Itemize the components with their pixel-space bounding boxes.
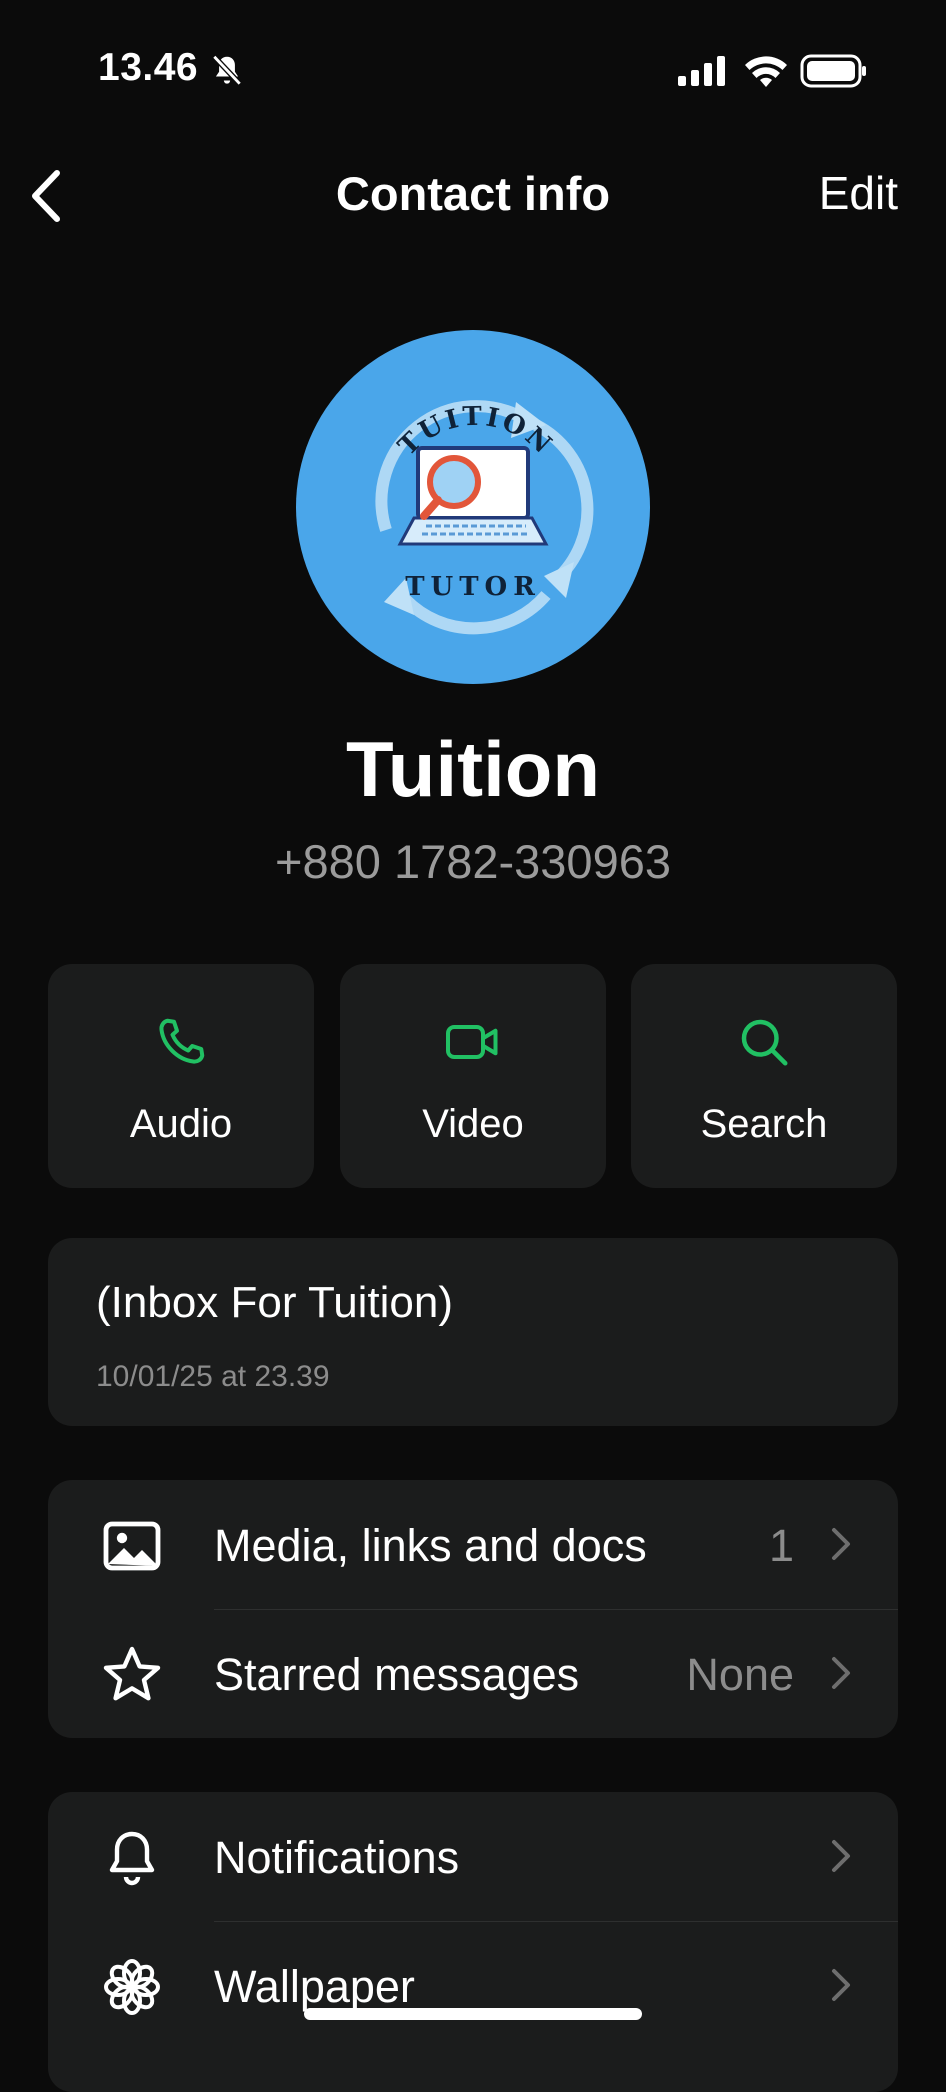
starred-messages-label: Starred messages — [214, 1649, 580, 1700]
notifications-row[interactable]: Notifications — [48, 1792, 898, 1921]
image-icon — [103, 1521, 161, 1571]
wallpaper-label: Wallpaper — [214, 1961, 415, 2012]
contact-note-card[interactable]: (Inbox For Tuition) 10/01/25 at 23.39 — [48, 1238, 898, 1426]
star-icon — [103, 1646, 161, 1701]
contact-phone[interactable]: +880 1782-330963 — [0, 834, 946, 889]
flower-icon — [104, 1959, 160, 2015]
edit-button[interactable]: Edit — [819, 166, 898, 220]
tuition-tutor-logo: TUITION TUTOR — [375, 400, 594, 635]
wifi-icon — [745, 56, 787, 87]
audio-label: Audio — [129, 1102, 233, 1146]
media-group: Media, links and docs 1 Starred messages… — [48, 1480, 898, 1738]
home-indicator[interactable] — [304, 2008, 642, 2020]
audio-call-button[interactable]: Audio — [48, 964, 314, 1188]
chevron-right-icon — [832, 1840, 850, 1872]
phone-icon — [159, 1018, 205, 1064]
note-title: (Inbox For Tuition) — [96, 1278, 454, 1327]
search-icon — [741, 1019, 788, 1066]
avatar[interactable]: TUITION TUTOR — [296, 330, 650, 684]
bell-slash-icon — [212, 54, 242, 86]
starred-count: None — [686, 1649, 794, 1700]
chevron-right-icon — [832, 1657, 850, 1689]
settings-group: Notifications Wallpaper — [48, 1792, 898, 2092]
video-camera-icon — [446, 1025, 498, 1059]
search-label: Search — [700, 1102, 828, 1146]
media-links-docs-row[interactable]: Media, links and docs 1 — [48, 1480, 898, 1609]
status-time: 13.46 — [98, 46, 199, 89]
video-label: Video — [422, 1102, 524, 1146]
contact-name: Tuition — [345, 725, 601, 813]
signal-icon — [678, 56, 725, 86]
search-button[interactable]: Search — [631, 964, 897, 1188]
wallpaper-row[interactable]: Wallpaper — [48, 1921, 898, 2050]
chevron-right-icon — [832, 1528, 850, 1560]
logo-text-bottom: TUTOR — [405, 572, 541, 602]
chevron-right-icon — [832, 1969, 850, 2001]
notifications-label: Notifications — [214, 1832, 460, 1883]
media-links-docs-label: Media, links and docs — [214, 1520, 647, 1571]
starred-messages-row[interactable]: Starred messages None — [48, 1609, 898, 1738]
media-count: 1 — [768, 1520, 794, 1571]
battery-icon — [800, 54, 866, 88]
video-call-button[interactable]: Video — [340, 964, 606, 1188]
page-title: Contact info — [335, 167, 611, 220]
note-date: 10/01/25 at 23.39 — [96, 1360, 330, 1393]
bell-icon — [109, 1831, 155, 1886]
